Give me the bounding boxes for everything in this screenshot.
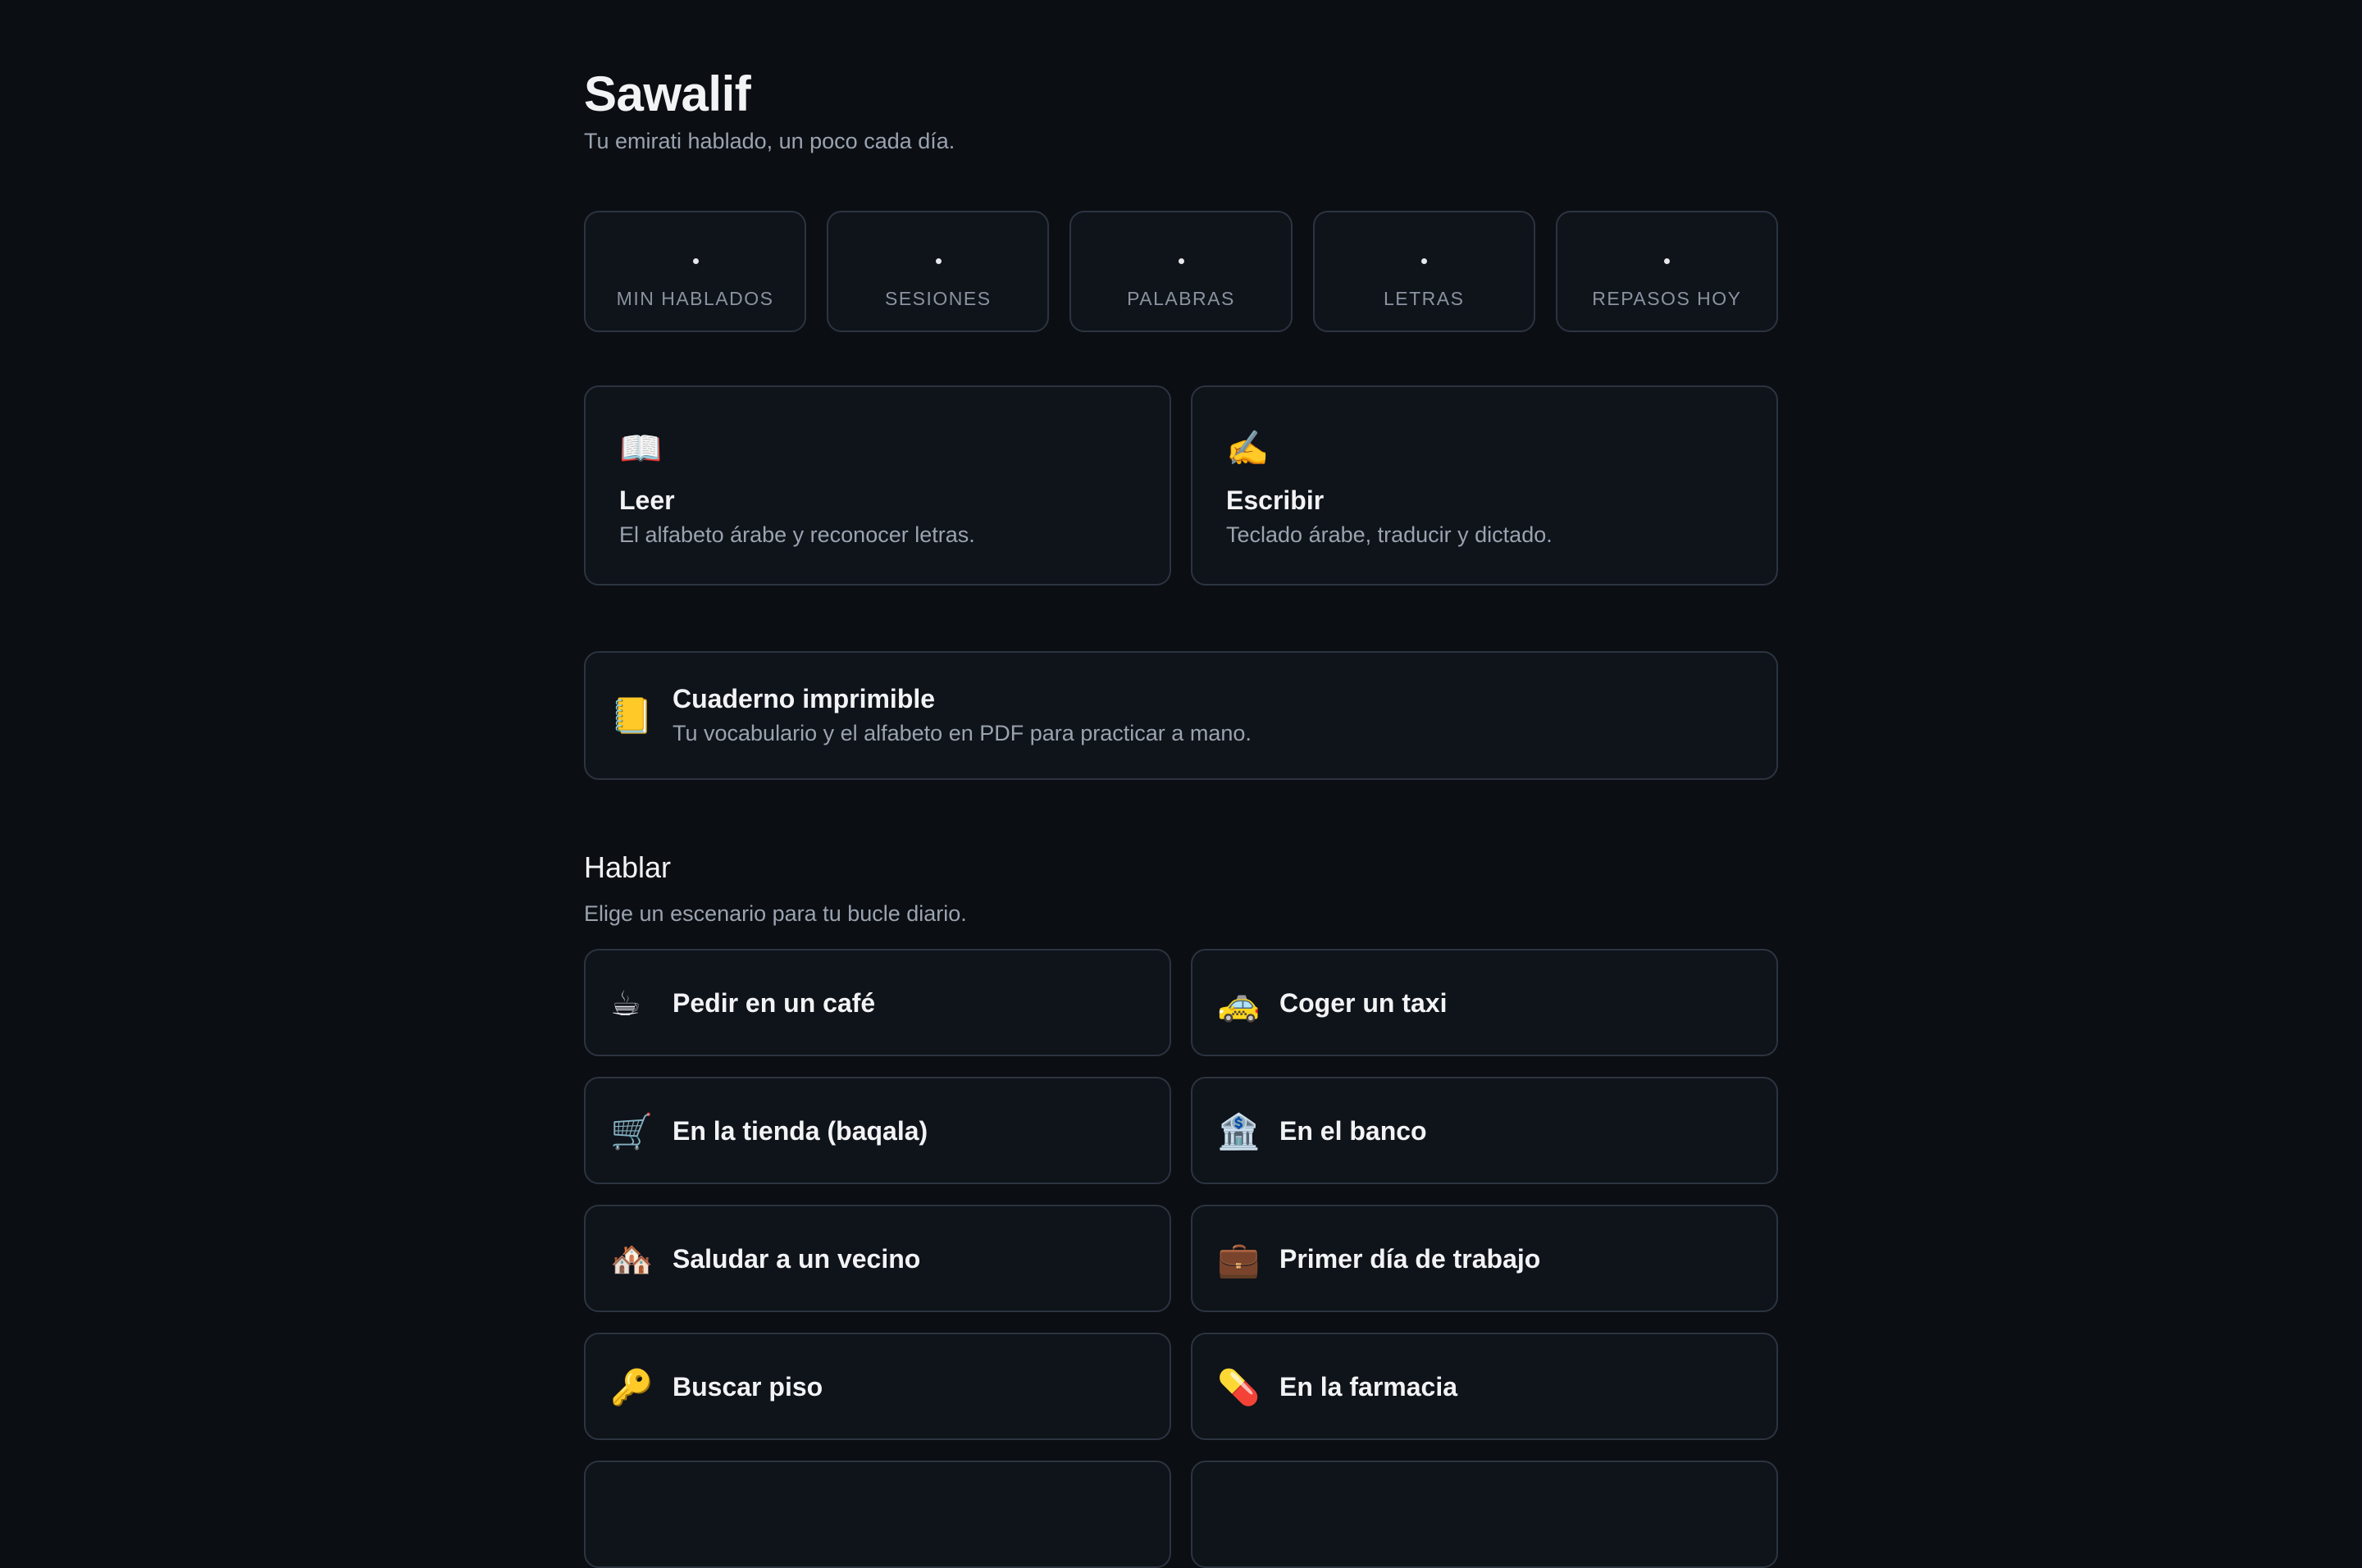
section-title-hablar: Hablar xyxy=(584,850,672,884)
stat-repasos-hoy: REPASOS HOY xyxy=(1555,211,1778,332)
module-title: Leer xyxy=(619,485,675,515)
module-card-escribir[interactable]: ✍️ Escribir Teclado árabe, traducir y di… xyxy=(1191,385,1778,586)
scenario-label: Buscar piso xyxy=(673,1372,823,1402)
scenario-label: Coger un taxi xyxy=(1279,988,1448,1018)
module-description: Teclado árabe, traducir y dictado. xyxy=(1226,522,1553,547)
notebook-description: Tu vocabulario y el alfabeto en PDF para… xyxy=(673,721,1252,745)
module-title: Escribir xyxy=(1226,485,1325,515)
scenario-piso[interactable]: 🔑 Buscar piso xyxy=(584,1333,1171,1440)
notebook-card[interactable]: 📒 Cuaderno imprimible Tu vocabulario y e… xyxy=(584,651,1778,780)
scenario-label: Saludar a un vecino xyxy=(673,1244,921,1274)
scenario-partial[interactable] xyxy=(1191,1461,1778,1568)
module-description: El alfabeto árabe y reconocer letras. xyxy=(619,522,975,547)
stat-sesiones: SESIONES xyxy=(827,211,1050,332)
briefcase-icon: 💼 xyxy=(1217,1240,1261,1279)
shopping-cart-icon: 🛒 xyxy=(610,1112,654,1151)
scenario-trabajo[interactable]: 💼 Primer día de trabajo xyxy=(1191,1205,1778,1312)
stat-label: PALABRAS xyxy=(1127,288,1235,309)
notebook-title: Cuaderno imprimible xyxy=(673,684,936,713)
stat-value-placeholder xyxy=(935,258,942,264)
scenario-label: En el banco xyxy=(1279,1116,1427,1146)
writing-hand-icon: ✍️ xyxy=(1226,429,1270,467)
app-title: Sawalif xyxy=(584,66,751,121)
scenario-tienda[interactable]: 🛒 En la tienda (baqala) xyxy=(584,1077,1171,1184)
key-icon: 🔑 xyxy=(610,1368,654,1406)
stat-value-placeholder xyxy=(1421,258,1428,264)
scenario-vecino[interactable]: 🏘️ Saludar a un vecino xyxy=(584,1205,1171,1312)
taxi-icon: 🚕 xyxy=(1217,984,1261,1023)
stat-label: MIN HABLADOS xyxy=(616,288,774,309)
scenario-farmacia[interactable]: 💊 En la farmacia xyxy=(1191,1333,1778,1440)
scenario-partial[interactable] xyxy=(584,1461,1171,1568)
scenario-cafe[interactable]: ☕ Pedir en un café xyxy=(584,949,1171,1056)
stat-min-hablados: MIN HABLADOS xyxy=(584,211,807,332)
stat-value-placeholder xyxy=(692,258,699,264)
stat-palabras: PALABRAS xyxy=(1069,211,1293,332)
coffee-icon: ☕ xyxy=(610,984,641,1023)
stat-letras: LETRAS xyxy=(1312,211,1535,332)
scenario-label: Pedir en un café xyxy=(673,988,876,1018)
section-description: Elige un escenario para tu bucle diario. xyxy=(584,901,967,926)
pill-icon: 💊 xyxy=(1217,1368,1261,1406)
scenario-label: En la farmacia xyxy=(1279,1372,1457,1402)
scenario-grid: ☕ Pedir en un café 🚕 Coger un taxi 🛒 En … xyxy=(584,949,1778,1568)
stat-value-placeholder xyxy=(1664,258,1671,264)
stat-label: LETRAS xyxy=(1383,288,1465,309)
scenario-label: En la tienda (baqala) xyxy=(673,1116,928,1146)
scenario-taxi[interactable]: 🚕 Coger un taxi xyxy=(1191,949,1778,1056)
stat-label: SESIONES xyxy=(884,288,992,309)
module-card-leer[interactable]: 📖 Leer El alfabeto árabe y reconocer let… xyxy=(584,385,1171,586)
stats-row: MIN HABLADOS SESIONES PALABRAS LETRAS RE… xyxy=(584,211,1778,332)
houses-icon: 🏘️ xyxy=(610,1240,654,1279)
notebook-icon: 📒 xyxy=(610,696,654,735)
scenario-label: Primer día de trabajo xyxy=(1279,1244,1541,1274)
app-subtitle: Tu emirati hablado, un poco cada día. xyxy=(584,129,955,153)
scenario-banco[interactable]: 🏦 En el banco xyxy=(1191,1077,1778,1184)
open-book-icon: 📖 xyxy=(619,429,663,467)
bank-icon: 🏦 xyxy=(1217,1112,1261,1151)
stat-label: REPASOS HOY xyxy=(1592,288,1742,309)
stat-value-placeholder xyxy=(1178,258,1184,264)
